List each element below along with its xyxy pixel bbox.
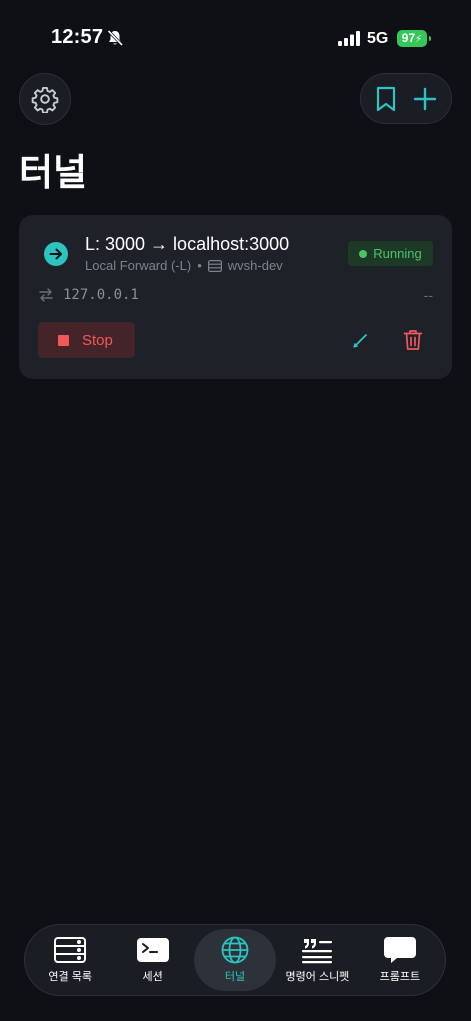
chat-bubble-icon <box>383 937 416 963</box>
server-list-icon <box>54 937 87 963</box>
bottom-tab-bar: 연결 목록 세션 터널 명령어 스니펫 프롬프트 <box>24 924 446 996</box>
status-badge: Running <box>348 241 433 266</box>
tab-sessions[interactable]: 세션 <box>111 929 193 991</box>
edit-pencil-icon[interactable] <box>352 331 370 349</box>
charging-icon: ⚡ <box>415 34 423 45</box>
tab-snippets[interactable]: 명령어 스니펫 <box>276 929 358 991</box>
separator-dot: • <box>197 258 202 273</box>
tab-label: 명령어 스니펫 <box>285 971 350 983</box>
top-actions <box>360 73 452 124</box>
stop-icon <box>58 334 69 346</box>
page-title: 터널 <box>19 152 88 193</box>
tab-tunnels[interactable]: 터널 <box>193 929 277 991</box>
terminal-icon <box>136 938 169 962</box>
tab-label: 세션 <box>142 971 163 983</box>
swap-arrows-icon <box>39 288 53 302</box>
status-label: Running <box>373 246 422 261</box>
stop-button[interactable]: Stop <box>38 322 135 358</box>
server-icon <box>207 259 222 272</box>
add-button[interactable] <box>412 86 438 112</box>
battery-level: 97 <box>401 31 416 45</box>
bookmark-button[interactable] <box>374 85 398 113</box>
tab-label: 터널 <box>224 971 246 983</box>
bind-address: 127.0.0.1 <box>63 287 139 303</box>
status-dot <box>359 249 368 258</box>
tab-connections[interactable]: 연결 목록 <box>29 929 111 991</box>
status-bar: 12:57 5G 97⚡ <box>0 0 471 76</box>
traffic-value: -- <box>423 287 433 303</box>
settings-button[interactable] <box>19 73 71 125</box>
arrow-right-circle-icon <box>44 242 68 266</box>
gear-icon <box>31 86 59 113</box>
trash-icon[interactable] <box>403 329 423 351</box>
network-label: 5G <box>367 30 389 47</box>
tunnel-type: Local Forward (-L) <box>85 258 192 273</box>
stop-label: Stop <box>82 331 113 349</box>
tunnel-title: L: 3000 → localhost:3000 <box>85 234 290 254</box>
tab-prompts[interactable]: 프롬프트 <box>359 929 441 991</box>
tab-label: 연결 목록 <box>48 971 92 983</box>
status-time: 12:57 <box>51 26 104 48</box>
globe-icon <box>221 936 249 964</box>
battery-indicator: 97⚡ <box>397 30 431 47</box>
tunnel-subtitle: Local Forward (-L) • wvsh-dev <box>85 258 283 273</box>
tunnel-card[interactable]: L: 3000 → localhost:3000 Local Forward (… <box>19 215 452 379</box>
signal-icon <box>338 31 360 46</box>
tab-label: 프롬프트 <box>379 971 421 983</box>
tunnel-server: wvsh-dev <box>227 258 283 273</box>
quote-list-icon <box>302 939 333 964</box>
bell-muted-icon <box>107 29 124 47</box>
